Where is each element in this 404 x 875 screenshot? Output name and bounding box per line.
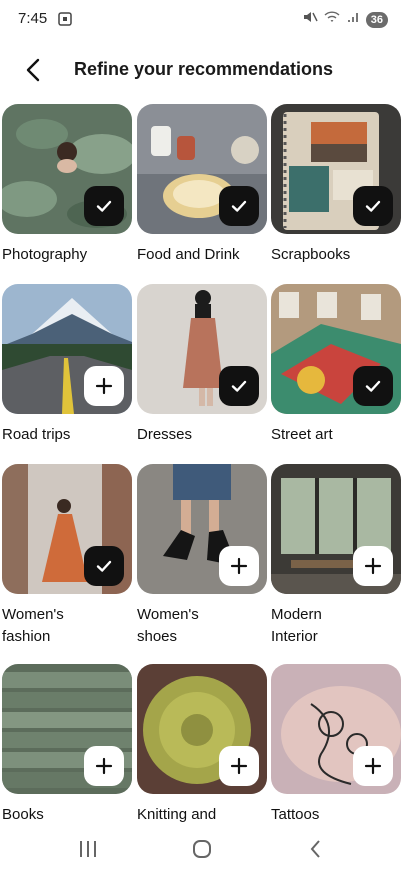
screenshot-icon	[58, 12, 72, 31]
topic-label: Modern Interior	[271, 606, 322, 645]
home-icon	[193, 840, 211, 858]
topic-tile-photography[interactable]: Photography	[2, 104, 132, 266]
check-icon	[96, 200, 112, 212]
plus-icon	[230, 557, 248, 575]
topic-image-scrapbooks	[271, 104, 401, 234]
topic-image-road-trips	[2, 284, 132, 414]
topic-image-modern-interior	[271, 464, 401, 594]
topic-tile-road-trips[interactable]: Road trips	[2, 284, 132, 446]
wifi-icon	[324, 10, 340, 29]
topic-tile-womens-shoes[interactable]: Women's shoes	[137, 464, 267, 648]
recents-button[interactable]	[68, 834, 108, 864]
selected-toggle[interactable]	[84, 186, 124, 226]
plus-icon	[364, 557, 382, 575]
selected-toggle[interactable]	[219, 366, 259, 406]
topic-label: Women's fashion	[2, 606, 64, 645]
battery-badge: 36	[365, 11, 388, 28]
topic-tile-food-and-drink[interactable]: Food and Drink	[137, 104, 267, 266]
topic-label: Photography	[2, 246, 88, 263]
topic-label: Road trips	[2, 426, 71, 443]
header: Refine your recommendations	[0, 46, 404, 94]
unselected-toggle[interactable]	[353, 546, 393, 586]
topic-tile-books[interactable]: Books	[2, 664, 132, 826]
topic-image-womens-shoes	[137, 464, 267, 594]
topic-image-food-and-drink	[137, 104, 267, 234]
check-icon	[96, 560, 112, 572]
selected-toggle[interactable]	[353, 366, 393, 406]
unselected-toggle[interactable]	[219, 746, 259, 786]
mute-icon	[302, 10, 318, 29]
topic-tile-womens-fashion[interactable]: Women's fashion	[2, 464, 132, 648]
unselected-toggle[interactable]	[219, 546, 259, 586]
status-time: 7:45	[18, 10, 48, 27]
plus-icon	[95, 377, 113, 395]
back-button[interactable]	[20, 54, 48, 86]
topic-image-dresses	[137, 284, 267, 414]
signal-icon	[346, 10, 360, 29]
selected-toggle[interactable]	[353, 186, 393, 226]
topic-image-womens-fashion	[2, 464, 132, 594]
recents-icon	[80, 841, 96, 857]
plus-icon	[95, 757, 113, 775]
plus-icon	[364, 757, 382, 775]
topic-label: Street art	[271, 426, 333, 443]
unselected-toggle[interactable]	[353, 746, 393, 786]
topic-image-books	[2, 664, 132, 794]
topic-label: Women's shoes	[137, 606, 199, 645]
back-arrow-icon	[26, 58, 40, 82]
topic-tile-knitting[interactable]: Knitting and	[137, 664, 267, 826]
topic-tile-dresses[interactable]: Dresses	[137, 284, 267, 446]
system-back-button[interactable]	[296, 834, 336, 864]
status-bar: 7:45 36	[0, 0, 404, 38]
topic-label: Food and Drink	[137, 246, 240, 263]
topic-label: Dresses	[137, 426, 193, 443]
plus-icon	[230, 757, 248, 775]
selected-toggle[interactable]	[219, 186, 259, 226]
page-title: Refine your recommendations	[74, 59, 334, 79]
system-nav-bar	[0, 822, 404, 875]
topic-image-tattoos	[271, 664, 401, 794]
topic-label: Scrapbooks	[271, 246, 351, 263]
check-icon	[231, 200, 247, 212]
check-icon	[231, 380, 247, 392]
topic-image-street-art	[271, 284, 401, 414]
topic-tile-scrapbooks[interactable]: Scrapbooks	[271, 104, 401, 266]
selected-toggle[interactable]	[84, 546, 124, 586]
topic-tile-street-art[interactable]: Street art	[271, 284, 401, 446]
unselected-toggle[interactable]	[84, 746, 124, 786]
home-button[interactable]	[182, 834, 222, 864]
topic-image-photography	[2, 104, 132, 234]
check-icon	[365, 380, 381, 392]
status-icons: 36	[302, 10, 388, 29]
topic-tile-tattoos[interactable]: Tattoos	[271, 664, 401, 826]
topic-image-knitting	[137, 664, 267, 794]
check-icon	[365, 200, 381, 212]
unselected-toggle[interactable]	[84, 366, 124, 406]
topic-tile-modern-interior[interactable]: Modern Interior	[271, 464, 401, 648]
chevron-left-icon	[310, 840, 320, 858]
